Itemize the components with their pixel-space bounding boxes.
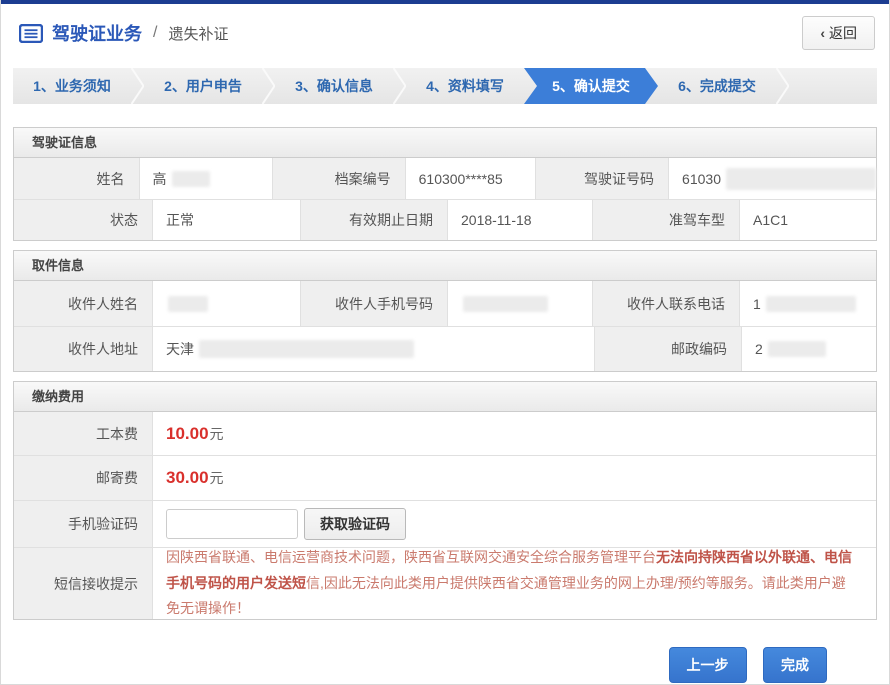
step-tab-1[interactable]: 1、业务须知 — [13, 68, 131, 104]
recipient-name-value — [152, 281, 300, 326]
step-separator-icon — [131, 68, 144, 104]
work-fee-amount: 10.00 — [166, 424, 209, 444]
postage-fee-unit: 元 — [210, 468, 224, 488]
expiry-date-label: 有效期止日期 — [300, 200, 447, 240]
step-tab-5-active[interactable]: 5、确认提交 — [524, 68, 658, 104]
step-tab-3[interactable]: 3、确认信息 — [275, 68, 393, 104]
sms-code-input[interactable] — [166, 509, 298, 539]
postal-code-label: 邮政编码 — [594, 327, 741, 371]
expiry-date-value: 2018-11-18 — [447, 200, 592, 240]
back-button[interactable]: ‹ 返回 — [802, 16, 875, 50]
postage-fee-label: 邮寄费 — [14, 456, 152, 500]
redacted-license-number — [726, 168, 876, 190]
step-separator-icon — [262, 68, 275, 104]
redacted-postal-code — [768, 341, 826, 357]
name-value: 高 — [139, 158, 272, 199]
recipient-mobile-label: 收件人手机号码 — [300, 281, 447, 326]
sms-code-cell: 获取验证码 — [152, 501, 876, 547]
redacted-recipient-address — [199, 340, 414, 358]
back-chevron-icon: ‹ — [820, 25, 825, 41]
table-row: 手机验证码 获取验证码 — [14, 500, 876, 547]
file-number-label: 档案编号 — [272, 158, 405, 199]
redacted-recipient-mobile — [463, 296, 548, 312]
work-fee-value: 10.00 元 — [152, 412, 876, 455]
work-fee-unit: 元 — [210, 424, 224, 444]
sms-code-label: 手机验证码 — [14, 501, 152, 547]
breadcrumb-divider: / — [153, 24, 157, 42]
recipient-tel-value: 1 — [739, 281, 876, 326]
recipient-name-label: 收件人姓名 — [14, 281, 152, 326]
pickup-info-section: 取件信息 收件人姓名 收件人手机号码 收件人联系电话 1 收件人地址 天津 邮政… — [13, 250, 877, 372]
footer-actions: 上一步 完成 — [1, 647, 827, 683]
status-value: 正常 — [152, 200, 300, 240]
redacted-name — [172, 171, 210, 187]
sms-notice-text: 因陕西省联通、电信运营商技术问题，陕西省互联网交通安全综合服务管理平台无法向持陕… — [166, 545, 858, 623]
license-number-value: 61030 — [668, 158, 876, 199]
finish-button[interactable]: 完成 — [763, 647, 827, 683]
postage-fee-amount: 30.00 — [166, 468, 209, 488]
sms-notice-label: 短信接收提示 — [14, 548, 152, 619]
step-progress-bar: 1、业务须知 2、用户申告 3、确认信息 4、资料填写 5、确认提交 6、完成提… — [13, 68, 877, 104]
step-tab-6[interactable]: 6、完成提交 — [658, 68, 776, 104]
step-separator-icon — [776, 68, 789, 104]
license-list-icon — [19, 24, 43, 43]
table-row: 短信接收提示 因陕西省联通、电信运营商技术问题，陕西省互联网交通安全综合服务管理… — [14, 547, 876, 619]
file-number-value: 610300****85 — [405, 158, 536, 199]
table-row: 姓名 高 档案编号 610300****85 驾驶证号码 61030 — [14, 158, 876, 199]
license-info-section: 驾驶证信息 姓名 高 档案编号 610300****85 驾驶证号码 61030… — [13, 127, 877, 241]
table-row: 邮寄费 30.00 元 — [14, 455, 876, 500]
step-separator-icon — [393, 68, 406, 104]
step-tab-2[interactable]: 2、用户申告 — [144, 68, 262, 104]
vehicle-class-value: A1C1 — [739, 200, 876, 240]
breadcrumb-current: 遗失补证 — [168, 23, 228, 44]
previous-step-button[interactable]: 上一步 — [669, 647, 747, 683]
name-label: 姓名 — [14, 158, 139, 199]
table-row: 状态 正常 有效期止日期 2018-11-18 准驾车型 A1C1 — [14, 199, 876, 240]
redacted-recipient-name — [168, 296, 208, 312]
recipient-tel-label: 收件人联系电话 — [592, 281, 739, 326]
recipient-address-value: 天津 — [152, 327, 594, 371]
postage-fee-value: 30.00 元 — [152, 456, 876, 500]
page-title: 驾驶证业务 — [52, 20, 142, 46]
work-fee-label: 工本费 — [14, 412, 152, 455]
sms-notice-cell: 因陕西省联通、电信运营商技术问题，陕西省互联网交通安全综合服务管理平台无法向持陕… — [152, 548, 876, 619]
payment-section-title: 缴纳费用 — [14, 382, 876, 412]
vehicle-class-label: 准驾车型 — [592, 200, 739, 240]
table-row: 收件人地址 天津 邮政编码 2 — [14, 326, 876, 371]
step-tab-4[interactable]: 4、资料填写 — [406, 68, 524, 104]
recipient-address-label: 收件人地址 — [14, 327, 152, 371]
table-row: 工本费 10.00 元 — [14, 412, 876, 455]
table-row: 收件人姓名 收件人手机号码 收件人联系电话 1 — [14, 281, 876, 326]
pickup-section-title: 取件信息 — [14, 251, 876, 281]
page-header: 驾驶证业务 / 遗失补证 ‹ 返回 — [1, 4, 889, 62]
license-number-label: 驾驶证号码 — [535, 158, 668, 199]
payment-section: 缴纳费用 工本费 10.00 元 邮寄费 30.00 元 手机验证码 获取验证码… — [13, 381, 877, 620]
license-section-title: 驾驶证信息 — [14, 128, 876, 158]
get-code-button[interactable]: 获取验证码 — [304, 508, 406, 540]
status-label: 状态 — [14, 200, 152, 240]
redacted-recipient-tel — [766, 296, 856, 312]
back-button-label: 返回 — [829, 23, 857, 43]
postal-code-value: 2 — [741, 327, 876, 371]
recipient-mobile-value — [447, 281, 592, 326]
